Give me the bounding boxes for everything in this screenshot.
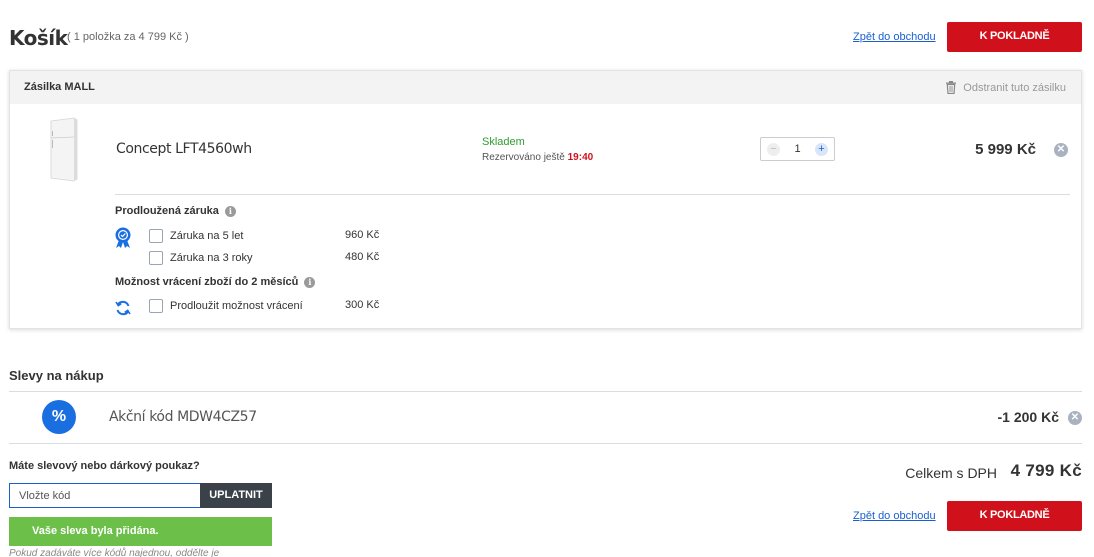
cart-summary-subtitle: ( 1 položka za 4 799 Kč ) — [67, 31, 189, 43]
page-title: Košík — [9, 26, 68, 50]
warranty-5-years-checkbox[interactable] — [149, 229, 163, 243]
quantity-stepper: − 1 + — [760, 137, 835, 161]
voucher-hint: Pokud zadáváte více kódů najednou, odděl… — [9, 548, 220, 557]
warranty-3-years-label[interactable]: Záruka na 3 roky — [170, 252, 253, 264]
checkout-button-top[interactable]: K POKLADNĚ — [947, 22, 1082, 52]
extend-return-label[interactable]: Prodloužit možnost vrácení — [170, 300, 303, 312]
total-value: 4 799 Kč — [1010, 461, 1082, 480]
refresh-icon — [115, 300, 131, 316]
back-to-shop-link-top[interactable]: Zpět do obchodu — [853, 31, 936, 43]
reservation-label: Rezervováno ještě — [482, 152, 565, 163]
warranty-title: Prodloužená záruka — [115, 205, 219, 217]
returns-info-icon[interactable]: i — [304, 276, 316, 288]
reservation-info: Rezervováno ještě 19:40 — [482, 152, 593, 163]
extend-return-price: 300 Kč — [345, 299, 380, 311]
checkout-button-bottom[interactable]: K POKLADNĚ — [947, 501, 1082, 531]
remove-discount-icon[interactable]: ✕ — [1068, 411, 1082, 425]
warranty-5-years-label[interactable]: Záruka na 5 let — [170, 230, 243, 242]
discounts-bottom-divider — [9, 443, 1082, 444]
warranty-badge-icon — [115, 227, 131, 248]
discounts-top-divider — [9, 391, 1082, 392]
increase-quantity-button[interactable]: + — [815, 143, 828, 156]
shipment-title: Zásilka MALL — [24, 81, 95, 93]
remove-shipment-button[interactable]: Odstranit tuto zásilku — [946, 81, 1066, 94]
warranty-3-years-checkbox[interactable] — [149, 251, 163, 265]
total-label: Celkem s DPH — [905, 465, 997, 481]
trash-icon — [946, 81, 957, 94]
shipment-card: Zásilka MALL Odstranit tuto zásilku Conc… — [9, 70, 1082, 329]
warranty-info-icon[interactable]: i — [224, 205, 236, 217]
reservation-time: 19:40 — [567, 152, 594, 163]
discount-code-label: Akční kód MDW4CZ57 — [109, 409, 257, 425]
product-price: 5 999 Kč — [975, 141, 1036, 158]
stock-status: Skladem — [482, 136, 525, 148]
discount-success-message: Vaše sleva byla přidána. — [9, 517, 272, 546]
apply-voucher-button[interactable]: UPLATNIT — [200, 483, 272, 508]
voucher-question: Máte slevový nebo dárkový poukaz? — [9, 460, 200, 472]
back-to-shop-link-bottom[interactable]: Zpět do obchodu — [853, 510, 936, 522]
discounts-title: Slevy na nákup — [9, 368, 104, 383]
product-name[interactable]: Concept LFT4560wh — [116, 141, 252, 157]
discount-percent-icon: % — [42, 400, 76, 434]
discount-value: -1 200 Kč — [997, 409, 1059, 425]
extend-return-checkbox[interactable] — [149, 299, 163, 313]
returns-title: Možnost vrácení zboží do 2 měsíců — [115, 276, 299, 288]
warranty-5-years-price: 960 Kč — [345, 229, 380, 241]
remove-item-icon[interactable]: ✕ — [1054, 143, 1068, 157]
product-divider — [115, 194, 1070, 195]
remove-shipment-label: Odstranit tuto zásilku — [963, 81, 1066, 94]
shipment-header: Zásilka MALL Odstranit tuto zásilku — [10, 71, 1081, 104]
voucher-code-input[interactable] — [9, 483, 201, 508]
warranty-3-years-price: 480 Kč — [345, 251, 380, 263]
warranty-section-title: Prodloužená záruka i — [115, 205, 236, 217]
returns-section-title: Možnost vrácení zboží do 2 měsíců i — [115, 276, 316, 288]
product-image[interactable] — [48, 117, 80, 183]
